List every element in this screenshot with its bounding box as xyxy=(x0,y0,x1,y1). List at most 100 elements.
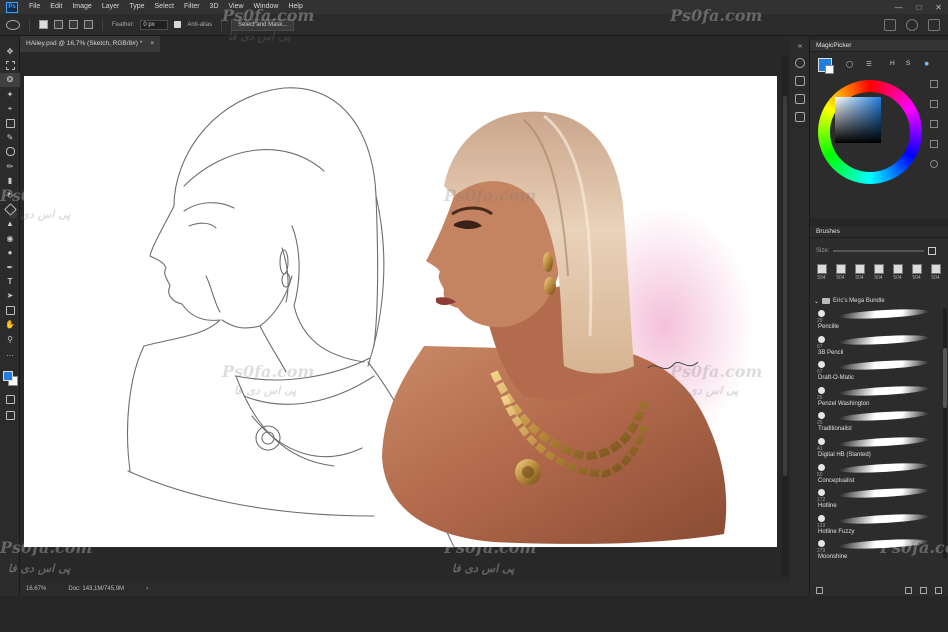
brush-item[interactable]: 29 Pencille xyxy=(817,307,936,334)
move-tool[interactable]: ✥ xyxy=(0,44,20,58)
brush-item[interactable]: 67 3B Pencil xyxy=(817,333,936,360)
brush-item[interactable]: 50 Conceptualist xyxy=(817,461,936,488)
eraser-tool[interactable] xyxy=(0,202,20,216)
crop-tool[interactable]: ⌖ xyxy=(0,102,20,116)
mp-swatch-icon[interactable] xyxy=(930,100,938,108)
menu-layer[interactable]: Layer xyxy=(97,0,125,14)
dock-brushes[interactable] xyxy=(790,90,810,108)
mp-tab-h[interactable]: H xyxy=(890,60,895,67)
color-swatches[interactable] xyxy=(3,371,19,387)
brush-list-scrollbar[interactable] xyxy=(943,308,947,558)
vertical-scroll-thumb[interactable] xyxy=(783,96,787,476)
type-tool[interactable]: T xyxy=(0,274,20,288)
brush-settings-icon[interactable] xyxy=(928,247,936,255)
brush-item[interactable]: 25 Traditionalist xyxy=(817,410,936,436)
new-selection-icon[interactable] xyxy=(39,20,48,29)
status-chevron-icon[interactable]: › xyxy=(146,586,148,592)
canvas[interactable] xyxy=(24,76,777,547)
more-tools[interactable]: … xyxy=(0,346,20,360)
preset-item[interactable]: 504 xyxy=(852,264,867,294)
path-selection-tool[interactable]: ➤ xyxy=(0,289,20,303)
history-brush-tool[interactable]: ↻ xyxy=(0,188,20,202)
eyedropper-tool[interactable]: ✎ xyxy=(0,130,20,144)
saturation-square[interactable] xyxy=(835,97,881,143)
select-and-mask-button[interactable]: Select and Mask... xyxy=(231,18,295,31)
preset-item[interactable]: 504 xyxy=(833,264,848,294)
document-tab[interactable]: HAiley.psd @ 16,7% (Sketch, RGB/8#) * × xyxy=(20,36,161,52)
brush-item[interactable]: 25 Penzel Washington xyxy=(817,384,936,411)
new-group-icon[interactable] xyxy=(905,586,912,594)
color-wheel[interactable] xyxy=(818,80,922,184)
clone-stamp-tool[interactable]: ▮ xyxy=(0,174,20,188)
new-brush-icon[interactable] xyxy=(920,586,927,594)
frame-tool[interactable] xyxy=(0,116,20,130)
blur-tool[interactable]: ◉ xyxy=(0,231,20,245)
mp-sliders-icon[interactable]: ☰ xyxy=(866,60,872,68)
subtract-selection-icon[interactable] xyxy=(69,20,78,29)
dock-swatches[interactable] xyxy=(790,72,810,90)
foreground-color-swatch[interactable] xyxy=(3,371,13,381)
hand-tool[interactable]: ✋ xyxy=(0,317,20,331)
brush-list-scroll-thumb[interactable] xyxy=(943,348,947,408)
brush-item[interactable]: 67 Draft-O-Matic xyxy=(817,358,936,385)
share-icon[interactable] xyxy=(884,19,896,31)
mp-settings-icon[interactable]: ✹ xyxy=(924,60,929,68)
menu-filter[interactable]: Filter xyxy=(179,0,205,14)
brush-item[interactable]: 41 Digital HB (Slanted) xyxy=(817,435,936,462)
workspace-icon[interactable] xyxy=(928,19,940,31)
menu-select[interactable]: Select xyxy=(150,0,179,14)
mp-mode-icon[interactable]: ◯ xyxy=(846,60,853,68)
shape-tool[interactable] xyxy=(0,303,20,317)
feather-input[interactable]: 0 px xyxy=(140,19,169,30)
zoom-tool[interactable]: ⚲ xyxy=(0,332,20,346)
brush-item[interactable]: 279 Moonshine xyxy=(817,538,936,564)
mp-harmony-icon[interactable] xyxy=(930,140,938,148)
dock-layers[interactable] xyxy=(790,108,810,126)
preset-item[interactable]: 504 xyxy=(814,264,829,294)
menu-edit[interactable]: Edit xyxy=(45,0,67,14)
screen-mode-tool[interactable] xyxy=(0,408,20,422)
lasso-tool[interactable]: ❂ xyxy=(0,72,20,88)
mp-lock-icon[interactable] xyxy=(930,160,938,168)
intersect-selection-icon[interactable] xyxy=(84,20,93,29)
search-icon[interactable] xyxy=(906,19,918,31)
close-icon[interactable]: ✕ xyxy=(935,3,942,12)
close-tab-icon[interactable]: × xyxy=(150,36,154,52)
brush-size-slider[interactable] xyxy=(833,250,924,252)
quick-mask-tool[interactable] xyxy=(0,392,20,406)
brush-item[interactable]: 129 Hotline Fuzzy xyxy=(817,512,936,539)
dock-collapse[interactable]: « xyxy=(790,36,810,54)
restore-icon[interactable]: □ xyxy=(916,3,921,12)
preset-item[interactable]: 504 xyxy=(890,264,905,294)
mp-tab-s[interactable]: S xyxy=(906,60,910,67)
minimize-icon[interactable]: — xyxy=(894,3,902,12)
zoom-level[interactable]: 16,67% xyxy=(26,586,46,592)
menu-3d[interactable]: 3D xyxy=(205,0,224,14)
delete-brush-icon[interactable] xyxy=(935,586,942,594)
menu-image[interactable]: Image xyxy=(67,0,96,14)
mp-history-icon[interactable] xyxy=(930,80,938,88)
brush-item[interactable]: 172 Hotline xyxy=(817,486,936,513)
vertical-scrollbar[interactable] xyxy=(782,56,788,576)
gradient-tool[interactable]: ▲ xyxy=(0,217,20,231)
menu-type[interactable]: Type xyxy=(124,0,149,14)
antialias-checkbox[interactable] xyxy=(174,21,182,28)
brush-preview-toggle-icon[interactable] xyxy=(816,586,823,594)
menu-help[interactable]: Help xyxy=(283,0,307,14)
marquee-tool[interactable] xyxy=(0,58,20,72)
dodge-tool[interactable]: ● xyxy=(0,245,20,259)
preset-item[interactable]: 504 xyxy=(928,264,943,294)
mp-background-swatch[interactable] xyxy=(825,65,834,74)
magic-wand-tool[interactable]: ✦ xyxy=(0,87,20,101)
brush-group-row[interactable]: ⌄ Eric's Mega Bundle xyxy=(814,296,944,306)
pen-tool[interactable]: ✒ xyxy=(0,260,20,274)
healing-tool[interactable] xyxy=(0,145,20,159)
lasso-tool-preset-icon[interactable] xyxy=(6,19,20,30)
brush-tool[interactable]: ✏ xyxy=(0,159,20,173)
menu-view[interactable]: View xyxy=(224,0,249,14)
dock-color[interactable] xyxy=(790,54,810,72)
preset-item[interactable]: 504 xyxy=(909,264,924,294)
add-selection-icon[interactable] xyxy=(54,20,63,29)
mp-mix-icon[interactable] xyxy=(930,120,938,128)
menu-window[interactable]: Window xyxy=(249,0,284,14)
